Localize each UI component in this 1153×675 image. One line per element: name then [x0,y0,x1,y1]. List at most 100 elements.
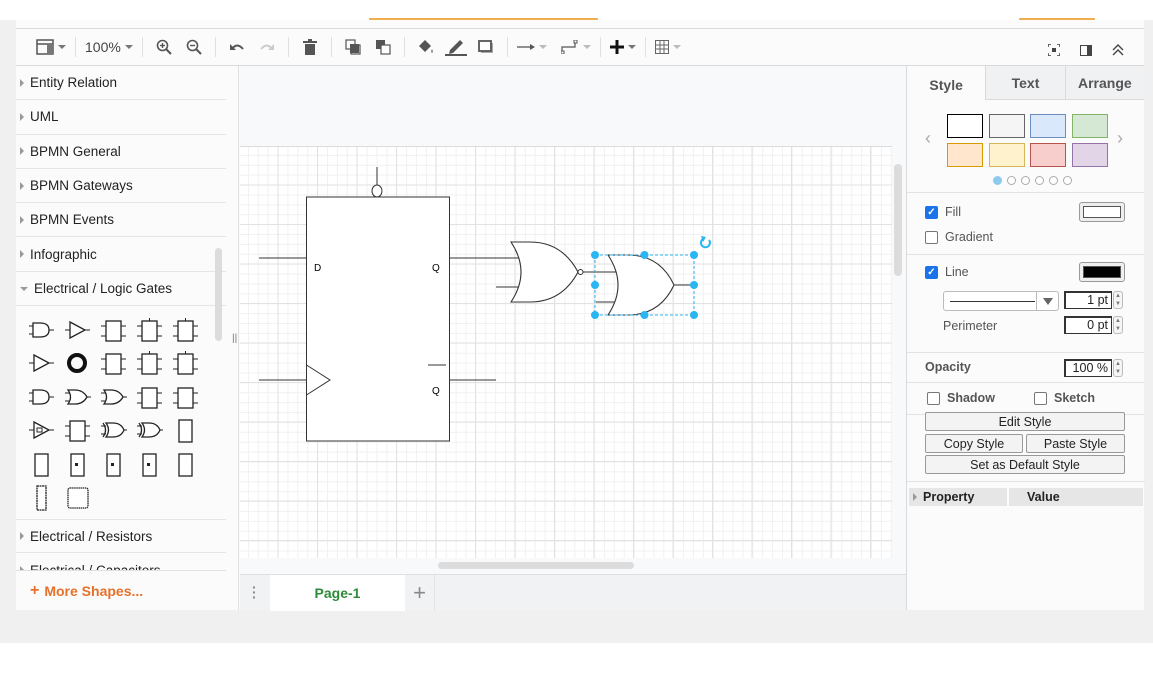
palette-shape-flip-flop-4[interactable] [96,348,132,382]
waypoints-button[interactable] [560,34,591,60]
style-swatch[interactable] [1071,143,1108,167]
palette-shape-dip-chip[interactable] [24,482,60,516]
fill-color-picker[interactable] [1079,202,1125,222]
style-swatch[interactable] [947,114,983,138]
sidebar-section-uml[interactable]: UML [16,100,226,135]
palette-shape-flip-flop-1[interactable] [96,314,132,348]
gradient-checkbox[interactable] [925,230,938,244]
resize-handle[interactable] [690,251,698,259]
palette-shape-flip-flop-9[interactable] [60,415,96,449]
resize-handle[interactable] [690,311,698,319]
pages-menu-icon[interactable]: · · · [252,580,257,604]
pager-dot[interactable] [993,176,1002,185]
opacity-spinner[interactable]: ▲ ▼ [1113,359,1123,377]
horizontal-scrollbar[interactable] [438,562,634,569]
style-swatch[interactable] [1030,114,1066,138]
property-table-header[interactable]: Property Value [909,488,1143,506]
palette-shape-buffer[interactable] [60,314,96,348]
palette-shape-ring[interactable] [60,348,96,382]
resize-handle[interactable] [591,281,599,289]
pager-dot[interactable] [1007,176,1016,185]
palette-shape-flip-flop-8[interactable] [168,381,204,415]
pager-dot[interactable] [1049,176,1058,185]
chevron-right-icon[interactable]: › [1117,128,1123,149]
undo-button[interactable] [225,34,249,60]
line-checkbox[interactable]: ✓ [925,265,938,279]
table-button[interactable] [654,34,681,60]
vertical-scrollbar[interactable] [894,164,902,276]
insert-button[interactable] [609,34,636,60]
resize-handle[interactable] [591,251,599,259]
perimeter-input[interactable]: 0 pt [1064,316,1112,334]
to-back-button[interactable] [371,34,395,60]
line-color-picker[interactable] [1079,262,1125,282]
sketch-checkbox[interactable] [1034,391,1047,405]
fill-checkbox[interactable]: ✓ [925,205,938,219]
palette-shape-and-gate[interactable] [24,314,60,348]
to-front-button[interactable] [341,34,365,60]
sidebar-scrollbar[interactable] [215,248,222,341]
chevron-left-icon[interactable]: ‹ [925,128,931,149]
palette-shape-or-gate-2[interactable] [96,381,132,415]
tab-style[interactable]: Style [907,66,986,100]
sidebar-section-bpmn-events[interactable]: BPMN Events [16,203,226,238]
palette-shape-box-1[interactable] [60,448,96,482]
d-flip-flop[interactable]: D Q Q [259,167,496,442]
resize-handle[interactable] [591,311,599,319]
palette-shape-or-gate[interactable] [60,381,96,415]
palette-shape-inverter[interactable] [24,348,60,382]
zoom-dropdown[interactable]: 100% [85,34,133,60]
palette-shape-plcc-chip[interactable] [60,482,96,516]
style-swatch[interactable] [947,143,983,167]
line-width-input[interactable]: 1 pt [1064,291,1112,309]
style-swatch[interactable] [988,114,1025,138]
connection-style-button[interactable] [516,34,547,60]
view-toggle-button[interactable] [36,34,66,60]
sidebar-section-infographic[interactable]: Infographic [16,237,226,272]
palette-shape-flip-flop-6[interactable] [168,348,204,382]
sidebar-section-logic-gates[interactable]: Electrical / Logic Gates [16,272,226,307]
opacity-input[interactable]: 100 % [1064,359,1112,377]
paste-style-button[interactable]: Paste Style [1026,434,1125,453]
resize-handle[interactable] [640,251,649,259]
delete-button[interactable] [298,34,322,60]
palette-shape-xor-gate[interactable] [96,415,132,449]
resize-handle[interactable] [640,311,649,319]
copy-style-button[interactable]: Copy Style [925,434,1023,453]
edit-style-button[interactable]: Edit Style [925,412,1125,431]
resize-handle[interactable] [690,281,698,289]
line-width-spinner[interactable]: ▲ ▼ [1113,291,1123,309]
or-gate-selected[interactable] [591,236,711,319]
pager-dot[interactable] [1035,176,1044,185]
palette-shape-box-2[interactable] [96,448,132,482]
palette-shape-flip-flop-7[interactable] [132,381,168,415]
diagram-canvas[interactable]: D Q Q [240,66,906,574]
style-swatch[interactable] [1030,143,1066,167]
sidebar-section-entity-relation[interactable]: Entity Relation [16,66,226,101]
palette-shape-nand-box[interactable]: · [24,448,60,482]
page-tab-1[interactable]: Page-1 [270,575,405,611]
zoom-out-button[interactable] [182,34,206,60]
shadow-checkbox[interactable] [927,391,940,405]
redo-button[interactable] [255,34,279,60]
sidebar-section-capacitors[interactable]: Electrical / Capacitors [16,553,226,570]
palette-shape-and-gate-2[interactable] [24,381,60,415]
palette-shape-flip-flop-2[interactable] [132,314,168,348]
sidebar-section-resistors[interactable]: Electrical / Resistors [16,519,226,554]
line-color-button[interactable] [444,34,468,60]
sidebar-section-bpmn-general[interactable]: BPMN General [16,135,226,169]
perimeter-spinner[interactable]: ▲ ▼ [1113,316,1123,334]
sidebar-section-bpmn-gateways[interactable]: BPMN Gateways [16,169,226,204]
palette-shape-flip-flop-3[interactable] [168,314,204,348]
palette-shape-flip-flop-5[interactable] [132,348,168,382]
style-swatch[interactable] [1071,114,1108,138]
palette-shape-box-3[interactable] [132,448,168,482]
format-panel-toggle[interactable] [1074,37,1098,63]
collapse-button[interactable] [1106,37,1130,63]
drawing-page[interactable]: D Q Q [240,146,892,558]
palette-shape-box-4[interactable]: · [168,448,204,482]
pager-dot[interactable] [1021,176,1030,185]
add-page-button[interactable]: + [405,575,435,611]
more-shapes-button[interactable]: + More Shapes... [16,570,226,610]
palette-shape-xor-gate-2[interactable] [132,415,168,449]
